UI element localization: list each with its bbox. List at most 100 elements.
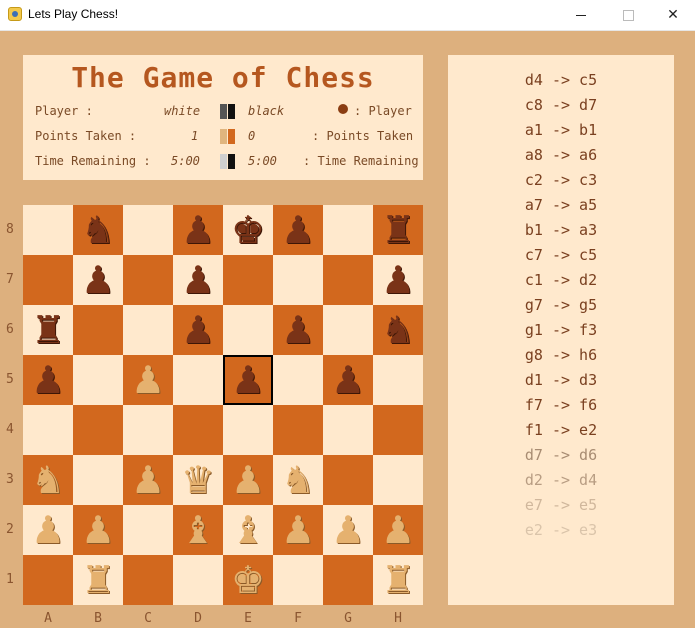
square-c7[interactable] [123, 255, 173, 305]
maximize-button[interactable] [605, 0, 651, 30]
square-d5[interactable] [173, 355, 223, 405]
black-king-icon[interactable]: ♚ [231, 211, 265, 249]
square-b4[interactable] [73, 405, 123, 455]
square-d3[interactable]: ♛ [173, 455, 223, 505]
white-queen-icon[interactable]: ♛ [181, 461, 215, 499]
square-a4[interactable] [23, 405, 73, 455]
black-pawn-icon[interactable]: ♟ [381, 261, 415, 299]
square-e7[interactable] [223, 255, 273, 305]
square-h1[interactable]: ♜ [373, 555, 423, 605]
black-pawn-icon[interactable]: ♟ [331, 361, 365, 399]
white-bishop-icon[interactable]: ♝ [181, 511, 215, 549]
square-c6[interactable] [123, 305, 173, 355]
black-pawn-icon[interactable]: ♟ [31, 361, 65, 399]
black-knight-icon[interactable]: ♞ [381, 311, 415, 349]
square-a3[interactable]: ♞ [23, 455, 73, 505]
black-pawn-icon[interactable]: ♟ [281, 311, 315, 349]
square-h3[interactable] [373, 455, 423, 505]
square-c2[interactable] [123, 505, 173, 555]
square-h6[interactable]: ♞ [373, 305, 423, 355]
square-a5[interactable]: ♟ [23, 355, 73, 405]
white-pawn-icon[interactable]: ♟ [131, 461, 165, 499]
white-bishop-icon[interactable]: ♝ [231, 511, 265, 549]
square-h8[interactable]: ♜ [373, 205, 423, 255]
square-e8[interactable]: ♚ [223, 205, 273, 255]
square-e2[interactable]: ♝ [223, 505, 273, 555]
black-rook-icon[interactable]: ♜ [31, 311, 65, 349]
square-g8[interactable] [323, 205, 373, 255]
square-h4[interactable] [373, 405, 423, 455]
square-d8[interactable]: ♟ [173, 205, 223, 255]
square-d7[interactable]: ♟ [173, 255, 223, 305]
black-pawn-icon[interactable]: ♟ [181, 261, 215, 299]
square-h5[interactable] [373, 355, 423, 405]
square-a6[interactable]: ♜ [23, 305, 73, 355]
white-knight-icon[interactable]: ♞ [281, 461, 315, 499]
square-e4[interactable] [223, 405, 273, 455]
square-g5[interactable]: ♟ [323, 355, 373, 405]
square-f5[interactable] [273, 355, 323, 405]
square-g4[interactable] [323, 405, 373, 455]
square-f3[interactable]: ♞ [273, 455, 323, 505]
square-g2[interactable]: ♟ [323, 505, 373, 555]
square-g3[interactable] [323, 455, 373, 505]
square-b5[interactable] [73, 355, 123, 405]
white-pawn-icon[interactable]: ♟ [381, 511, 415, 549]
black-pawn-icon[interactable]: ♟ [181, 311, 215, 349]
square-g1[interactable] [323, 555, 373, 605]
square-a1[interactable] [23, 555, 73, 605]
white-pawn-icon[interactable]: ♟ [281, 511, 315, 549]
square-g7[interactable] [323, 255, 373, 305]
white-knight-icon[interactable]: ♞ [31, 461, 65, 499]
square-c3[interactable]: ♟ [123, 455, 173, 505]
white-pawn-icon[interactable]: ♟ [331, 511, 365, 549]
square-b2[interactable]: ♟ [73, 505, 123, 555]
square-h2[interactable]: ♟ [373, 505, 423, 555]
square-f4[interactable] [273, 405, 323, 455]
square-d4[interactable] [173, 405, 223, 455]
black-pawn-icon[interactable]: ♟ [281, 211, 315, 249]
black-knight-icon[interactable]: ♞ [81, 211, 115, 249]
square-e6[interactable] [223, 305, 273, 355]
square-c1[interactable] [123, 555, 173, 605]
square-a7[interactable] [23, 255, 73, 305]
square-c4[interactable] [123, 405, 173, 455]
square-d1[interactable] [173, 555, 223, 605]
black-pawn-icon[interactable]: ♟ [231, 361, 265, 399]
square-b8[interactable]: ♞ [73, 205, 123, 255]
minimize-button[interactable] [558, 0, 604, 30]
square-c5[interactable]: ♟ [123, 355, 173, 405]
square-b3[interactable] [73, 455, 123, 505]
move-entry: f1 -> e2 [524, 421, 598, 439]
square-f7[interactable] [273, 255, 323, 305]
square-b6[interactable] [73, 305, 123, 355]
white-rook-icon[interactable]: ♜ [381, 561, 415, 599]
white-pawn-icon[interactable]: ♟ [131, 361, 165, 399]
square-f1[interactable] [273, 555, 323, 605]
white-king-icon[interactable]: ♚ [231, 561, 265, 599]
white-player-value: white [164, 104, 201, 118]
white-pawn-icon[interactable]: ♟ [231, 461, 265, 499]
white-rook-icon[interactable]: ♜ [81, 561, 115, 599]
square-f8[interactable]: ♟ [273, 205, 323, 255]
square-f6[interactable]: ♟ [273, 305, 323, 355]
square-g6[interactable] [323, 305, 373, 355]
white-pawn-icon[interactable]: ♟ [81, 511, 115, 549]
square-h7[interactable]: ♟ [373, 255, 423, 305]
square-b1[interactable]: ♜ [73, 555, 123, 605]
square-e1[interactable]: ♚ [223, 555, 273, 605]
square-d2[interactable]: ♝ [173, 505, 223, 555]
black-rook-icon[interactable]: ♜ [381, 211, 415, 249]
black-pawn-icon[interactable]: ♟ [181, 211, 215, 249]
white-pawn-icon[interactable]: ♟ [31, 511, 65, 549]
square-e3[interactable]: ♟ [223, 455, 273, 505]
square-c8[interactable] [123, 205, 173, 255]
close-button[interactable]: ✕ [650, 0, 695, 30]
black-pawn-icon[interactable]: ♟ [81, 261, 115, 299]
square-f2[interactable]: ♟ [273, 505, 323, 555]
square-d6[interactable]: ♟ [173, 305, 223, 355]
square-a2[interactable]: ♟ [23, 505, 73, 555]
square-a8[interactable] [23, 205, 73, 255]
square-e5[interactable]: ♟ [223, 355, 273, 405]
square-b7[interactable]: ♟ [73, 255, 123, 305]
